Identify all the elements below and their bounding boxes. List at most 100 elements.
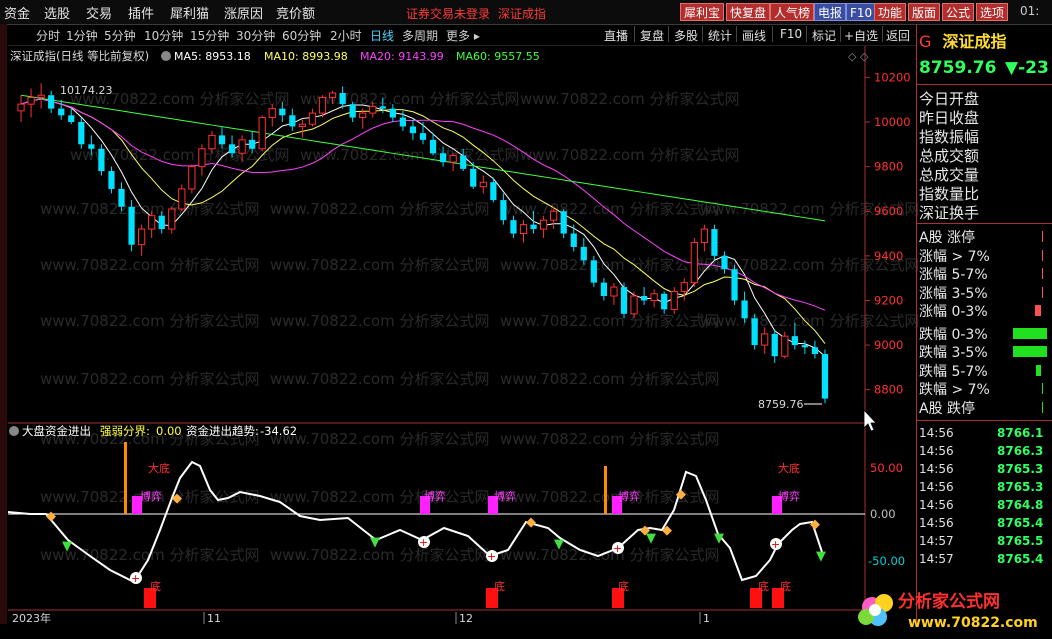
price-tick-label: 9000	[874, 338, 903, 352]
spike-marker	[604, 466, 607, 514]
candle-body	[811, 347, 819, 354]
breadth-row-label: 涨幅 0-3%	[919, 304, 988, 320]
watermark-text: www.70822.com 分析家公式网	[40, 370, 260, 388]
candle-body	[630, 295, 638, 315]
indicator-split-label: 强弱分界:	[100, 424, 150, 438]
breadth-bar	[1042, 383, 1043, 394]
candle-body	[78, 122, 85, 145]
candle-body	[359, 112, 367, 119]
candle-body	[118, 188, 125, 207]
candle-body	[620, 287, 628, 314]
tick-price: 8765.5	[997, 534, 1044, 548]
fund-flow-line	[7, 460, 823, 584]
indicator-trend-label: 资金进出趋势:	[186, 424, 259, 438]
candle-body	[550, 210, 558, 221]
breadth-bar	[1036, 364, 1041, 376]
zoom-icon[interactable]: ◇ ◇	[848, 50, 869, 63]
candle-body	[168, 208, 176, 230]
legend-ma20: MA20: 9143.99	[360, 50, 444, 63]
game-label: 博弈	[494, 489, 516, 503]
watermark-text: www.70822.com 分析家公式网	[500, 546, 720, 564]
candle-body	[510, 220, 517, 234]
breadth-row-label: 涨幅 5-7%	[919, 267, 988, 283]
candle-body	[650, 293, 658, 301]
tick-time: 14:56	[919, 480, 954, 494]
watermark-text: www.70822.com 分析家公式网	[700, 312, 920, 330]
candle-body	[158, 215, 165, 230]
bottom-label: 底	[618, 579, 629, 593]
tick-time: 14:56	[919, 462, 954, 476]
svg-text:+: +	[613, 542, 622, 555]
candle-body	[711, 229, 718, 256]
tick-price: 8765.3	[997, 462, 1044, 476]
osc-tick-neg50: -50.00	[868, 554, 905, 568]
candle-body	[791, 336, 798, 346]
breadth-row-label: 跌幅 > 7%	[919, 382, 990, 398]
diamond-icon: ◆	[810, 517, 820, 532]
watermark-text: www.70822.com 分析家公式网	[520, 90, 740, 108]
breadth-row-label: 跌幅 5-7%	[919, 363, 988, 380]
watermark-text: www.70822.com 分析家公式网	[270, 256, 490, 274]
svg-text:+: +	[487, 550, 496, 563]
legend-ma10: MA10: 8993.98	[264, 50, 348, 63]
breadth-row-label: 涨幅 3-5%	[919, 285, 988, 302]
price-tick-label: 9400	[874, 249, 903, 263]
candle-body	[148, 215, 156, 230]
candle-body	[680, 282, 688, 293]
tick-time: 14:56	[919, 498, 954, 512]
svg-text:+: +	[771, 538, 780, 551]
price-tick-label: 9200	[874, 293, 903, 307]
candle-body	[821, 354, 829, 399]
candle-body	[188, 166, 196, 190]
indicator-title: 大盘资金进出	[22, 424, 91, 438]
watermark-text: www.70822.com 分析家公式网	[40, 256, 260, 274]
plus-circle-icon: +	[418, 536, 430, 549]
tick-price: 8764.8	[997, 498, 1044, 512]
candle-body	[258, 117, 266, 150]
watermark-text: www.70822.com 分析家公式网	[520, 146, 740, 164]
osc-tick-50: 50.00	[870, 461, 903, 475]
tick-price: 8766.1	[997, 426, 1044, 440]
candle-body	[369, 105, 377, 114]
watermark-text: www.70822.com 分析家公式网	[500, 488, 720, 506]
tick-price: 8765.4	[997, 552, 1044, 566]
price-tick-label: 9800	[874, 160, 903, 174]
indicator-split-value: 0.00	[156, 424, 182, 438]
candle-body	[490, 182, 497, 201]
breadth-bar	[1013, 327, 1047, 339]
bottom-label: 底	[780, 579, 791, 593]
candle-body	[530, 224, 537, 230]
svg-text:+: +	[419, 536, 428, 549]
candle-body	[328, 92, 337, 98]
candle-body	[600, 282, 608, 296]
legend-ma5: MA5: 8953.18	[174, 50, 251, 63]
green-diamond-icon: ▼	[62, 539, 72, 554]
game-label: 博弈	[140, 489, 162, 503]
price-tick-label: 8800	[874, 383, 903, 397]
diamond-icon: ◆	[676, 487, 686, 502]
candle-body	[670, 291, 678, 310]
chart-area[interactable]: www.70822.com 分析家公式网 www.70822.com 分析家公式网…	[0, 0, 1052, 639]
tick-price: 8765.4	[997, 516, 1044, 530]
logo-url: www.70822.com	[908, 615, 1038, 631]
diamond-icon: ◆	[172, 491, 182, 506]
watermark-text: www.70822.com 分析家公式网	[270, 370, 490, 388]
chevron-down-icon[interactable]	[9, 426, 19, 436]
candle-body	[640, 296, 648, 301]
breadth-row-label: A股 涨停	[919, 230, 976, 246]
date-label-year: 2023年	[12, 611, 51, 625]
candle-body	[751, 318, 758, 346]
candle-body	[379, 106, 386, 109]
candle-body	[17, 103, 25, 112]
diamond-icon: ◆	[662, 523, 672, 538]
index-name: 深证成指	[942, 32, 1007, 51]
candle-body	[610, 286, 618, 297]
candle-body	[249, 139, 256, 149]
candle-body	[539, 219, 548, 230]
candle-body	[560, 211, 567, 234]
watermark-text: www.70822.com 分析家公式网	[270, 200, 490, 218]
candle-body	[419, 133, 427, 140]
candle-body	[27, 96, 35, 105]
chevron-down-icon[interactable]	[161, 51, 171, 61]
tick-time: 14:56	[919, 516, 954, 530]
